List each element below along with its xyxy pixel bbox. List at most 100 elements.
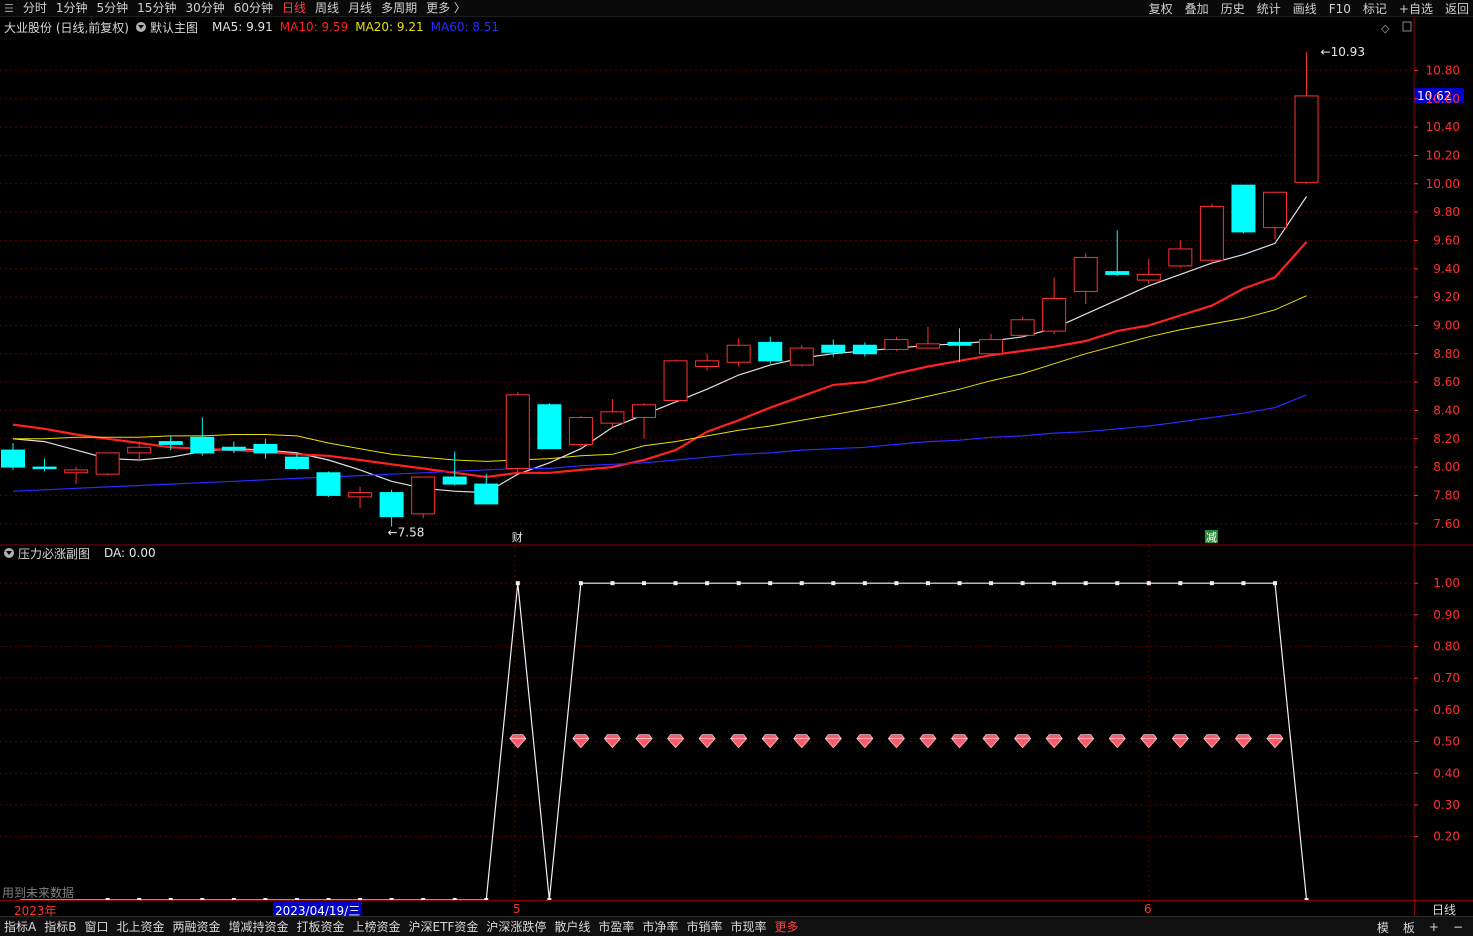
candle: [1168, 240, 1193, 268]
gem-shape: [856, 734, 874, 749]
candle: [474, 474, 499, 505]
candle: [253, 438, 278, 459]
bottom-control-3[interactable]: −: [1453, 920, 1463, 934]
candle: [1, 443, 25, 470]
indicator-tab-12[interactable]: 市净率: [642, 918, 678, 935]
candle: [537, 403, 562, 450]
candle: [632, 403, 656, 439]
da-point: [1115, 581, 1120, 586]
price-tick-label: 9.40: [1433, 262, 1460, 276]
candle: [505, 392, 530, 473]
month-label-6: 6: [1144, 902, 1152, 916]
signal-gem-icon: [730, 734, 748, 749]
indicator-tab-2[interactable]: 窗口: [84, 918, 108, 935]
period-label[interactable]: 日线: [1414, 900, 1473, 917]
da-point: [799, 581, 804, 586]
candle: [947, 328, 972, 363]
candle-body: [695, 360, 720, 368]
signal-gem-icon: [1045, 734, 1063, 749]
gem-shape: [1266, 734, 1284, 749]
indicator-tab-9[interactable]: 沪深涨跌停: [486, 918, 546, 935]
indicator-tab-0[interactable]: 指标A: [4, 918, 36, 935]
indicator-tab-14[interactable]: 市现率: [730, 918, 766, 935]
candle: [758, 336, 783, 364]
price-tick-label: 7.60: [1433, 517, 1460, 531]
bottom-control-1[interactable]: 板: [1403, 919, 1415, 936]
sub-tick-label: 1.00: [1433, 576, 1460, 590]
candle-body: [127, 446, 152, 454]
indicator-tab-11[interactable]: 市盈率: [598, 918, 634, 935]
candle-body: [852, 344, 877, 355]
candle: [411, 476, 436, 519]
candle: [1136, 258, 1161, 285]
sub-tick-label: 0.60: [1433, 703, 1460, 717]
candle-body: [1263, 191, 1287, 229]
candle-body: [95, 452, 120, 475]
price-tick-label: 9.00: [1433, 318, 1460, 332]
gem-shape: [1171, 734, 1189, 749]
candle-body: [821, 344, 846, 353]
candle: [442, 451, 467, 486]
sub-tick-label: 0.40: [1433, 766, 1460, 780]
candle: [726, 338, 751, 367]
date-axis: 2023年 2023/04/19/三 5 6: [0, 900, 1414, 919]
indicator-bar: 指标A 指标B 窗口 北上资金 两融资金 增减持资金 打板资金 上榜资金 沪深ETF资金 沪深涨跌…: [0, 916, 1473, 936]
da-point: [673, 581, 678, 586]
indicator-tab-8[interactable]: 沪深ETF资金: [409, 918, 479, 935]
bottom-control-0[interactable]: 模: [1377, 919, 1389, 936]
gem-shape: [572, 734, 590, 749]
indicator-tab-13[interactable]: 市销率: [686, 918, 722, 935]
gem-shape: [509, 734, 527, 749]
candle-body: [32, 466, 57, 470]
da-point: [1146, 581, 1151, 586]
signal-gem-icon: [1234, 734, 1252, 749]
price-tick-label: 7.80: [1433, 488, 1460, 502]
kline-chart[interactable]: ←10.93←7.5810.62财减 ◇10.8010.6010.4010.20…: [0, 0, 1473, 900]
da-point: [894, 581, 899, 586]
da-point: [768, 581, 773, 586]
indicator-tab-15[interactable]: 更多: [774, 918, 798, 935]
sub-tick-label: 0.70: [1433, 671, 1460, 685]
gem-shape: [667, 734, 685, 749]
candle-body: [1168, 248, 1193, 267]
gem-shape: [950, 734, 969, 749]
indicator-tab-1[interactable]: 指标B: [44, 918, 76, 935]
indicator-tab-5[interactable]: 增减持资金: [229, 918, 289, 935]
candle: [663, 359, 688, 402]
indicator-tab-3[interactable]: 北上资金: [116, 918, 164, 935]
indicator-tab-6[interactable]: 打板资金: [297, 918, 345, 935]
candle-body: [316, 472, 341, 496]
candle-body: [1231, 184, 1256, 233]
da-point: [862, 581, 867, 586]
candle: [1073, 253, 1098, 305]
gem-shape: [1077, 734, 1095, 749]
candle-body: [600, 411, 625, 424]
da-point: [578, 581, 583, 586]
signal-gem-icon: [950, 734, 969, 749]
da-point: [989, 581, 994, 586]
price-tick-label: 8.40: [1433, 403, 1460, 417]
candle: [568, 416, 593, 448]
price-tick-label: 8.80: [1433, 347, 1460, 361]
sub-tick-label: 0.30: [1433, 798, 1460, 812]
price-tick-label: 10.80: [1426, 63, 1460, 77]
candle-body: [979, 339, 1004, 355]
bottom-control-2[interactable]: +: [1429, 920, 1439, 934]
gem-shape: [1045, 734, 1063, 749]
candle-body: [190, 436, 215, 454]
candle-body: [253, 443, 278, 454]
candle-body: [758, 341, 783, 362]
signal-gem-icon: [887, 734, 905, 749]
da-point: [957, 581, 962, 586]
candle-body: [1199, 205, 1224, 261]
candle-body: [1136, 273, 1161, 281]
price-tick-label: 9.60: [1433, 233, 1460, 247]
indicator-tab-10[interactable]: 散户线: [554, 918, 590, 935]
signal-gem-icon: [572, 734, 590, 749]
candle: [95, 452, 120, 476]
da-point: [642, 581, 646, 586]
indicator-tab-7[interactable]: 上榜资金: [353, 918, 401, 935]
sub-tick-label: 0.20: [1433, 830, 1460, 844]
candle-body: [1042, 298, 1067, 332]
indicator-tab-4[interactable]: 两融资金: [172, 918, 220, 935]
